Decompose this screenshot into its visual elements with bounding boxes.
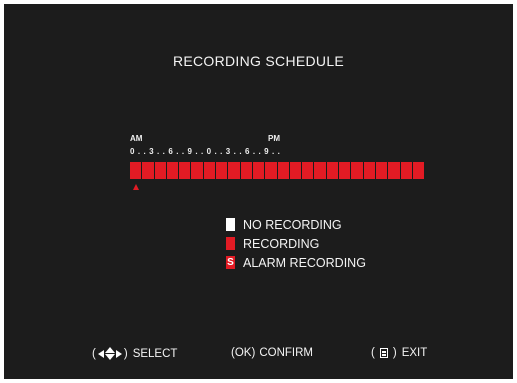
confirm-label: CONFIRM <box>259 347 313 359</box>
legend-label: ALARM RECORDING <box>243 255 366 270</box>
alarm-recording-swatch: S <box>226 256 235 269</box>
hour-cell[interactable] <box>179 162 191 179</box>
timeline-cursor-icon <box>132 184 139 190</box>
hour-cell[interactable] <box>191 162 203 179</box>
hour-cell[interactable] <box>130 162 142 179</box>
up-down-arrow-icon <box>104 347 115 360</box>
hour-cell[interactable] <box>265 162 277 179</box>
hour-tick-labels: 0 . . 3 . . 6 . . 9 . . 0 . . 3 . . 6 . … <box>130 147 281 156</box>
no-recording-swatch <box>226 218 235 231</box>
hour-cell[interactable] <box>252 162 265 179</box>
close-paren: ) <box>251 347 256 359</box>
hour-cell[interactable] <box>277 162 289 179</box>
footer-select-hint: ( ) SELECT <box>90 347 177 360</box>
close-paren: ) <box>392 347 397 359</box>
hour-cell[interactable] <box>400 162 412 179</box>
legend-label: RECORDING <box>243 236 320 251</box>
close-paren: ) <box>123 347 128 360</box>
hour-cell[interactable] <box>154 162 166 179</box>
schedule-timeline[interactable] <box>130 162 425 179</box>
exit-label: EXIT <box>401 347 428 359</box>
legend-item-recording: RECORDING <box>226 234 366 253</box>
footer-confirm-hint: ( OK ) CONFIRM <box>231 347 313 359</box>
hour-cell[interactable] <box>326 162 339 179</box>
recording-swatch <box>226 237 235 250</box>
legend-item-no-recording: NO RECORDING <box>226 215 366 234</box>
hour-cell[interactable] <box>339 162 351 179</box>
hour-cell[interactable] <box>166 162 179 179</box>
select-label: SELECT <box>132 347 178 360</box>
am-label: AM <box>130 134 143 143</box>
hour-cell[interactable] <box>228 162 240 179</box>
hour-cell[interactable] <box>412 162 425 179</box>
hour-cell[interactable] <box>302 162 314 179</box>
legend: NO RECORDING RECORDING S ALARM RECORDING <box>226 215 366 272</box>
pm-label: PM <box>268 134 280 143</box>
hour-cell[interactable] <box>142 162 154 179</box>
hour-cell[interactable] <box>388 162 400 179</box>
hour-cell[interactable] <box>203 162 216 179</box>
ok-key: OK <box>234 347 252 359</box>
hour-cell[interactable] <box>216 162 228 179</box>
hour-cell[interactable] <box>375 162 388 179</box>
footer-exit-hint: ( ) EXIT <box>369 347 427 359</box>
osd-screen: RECORDING SCHEDULE AM PM 0 . . 3 . . 6 .… <box>4 4 513 379</box>
page-title: RECORDING SCHEDULE <box>172 53 345 69</box>
hour-cell[interactable] <box>363 162 375 179</box>
open-paren: ( <box>371 347 375 359</box>
hour-cell[interactable] <box>314 162 326 179</box>
hour-cell[interactable] <box>351 162 363 179</box>
menu-icon <box>379 348 388 358</box>
right-arrow-icon <box>115 349 122 358</box>
hour-cell[interactable] <box>240 162 252 179</box>
legend-item-alarm-recording: S ALARM RECORDING <box>226 253 366 272</box>
legend-label: NO RECORDING <box>243 217 342 232</box>
hour-cell[interactable] <box>289 162 302 179</box>
left-arrow-icon <box>97 349 104 358</box>
open-paren: ( <box>92 347 96 360</box>
